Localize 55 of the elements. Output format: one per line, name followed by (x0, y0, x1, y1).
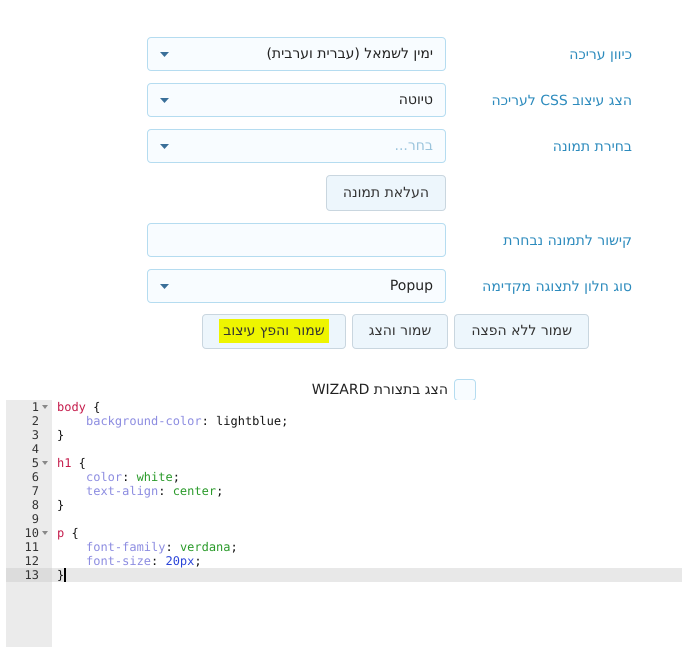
code-line: } (57, 428, 64, 442)
dropdown[interactable]: טיוטה (147, 83, 446, 117)
code-line: h1 { (57, 456, 86, 470)
code-line: text-align: center; (86, 484, 224, 498)
code-line: font-family: verdana; (86, 540, 238, 554)
save-button[interactable]: שמור והצג (352, 314, 448, 349)
line-number: 5 (32, 456, 39, 470)
save-button[interactable]: שמור ללא הפצה (454, 314, 589, 349)
code-line: p { (57, 526, 79, 540)
line-number: 9 (32, 512, 39, 526)
line-number: 7 (32, 484, 39, 498)
field-label: הצג עיצוב CSS לעריכה (491, 93, 632, 109)
line-number: 6 (32, 470, 39, 484)
line-number: 10 (24, 526, 39, 540)
input-field[interactable] (147, 223, 446, 257)
code-editor[interactable]: 1 body { 2 background-color: lightblue; 3 } 4 5 h1 { 6 color: white; 7 text-align: center; 8 } 9 10 p { 11 font-family: verdana; 12 font-size: 20px; 13 } (6, 400, 682, 647)
highlighted-label: שמור והצג (368, 323, 432, 339)
field-label: קישור לתמונה נבחרת (503, 233, 632, 249)
caret-icon (160, 284, 169, 288)
line-number: 1 (32, 400, 39, 414)
line-number: 8 (32, 498, 39, 512)
fold-caret-icon[interactable] (42, 461, 48, 465)
checkbox-label: הצג בתצורת WIZARD (312, 380, 448, 400)
save-button[interactable]: שמור והפץ עיצוב (202, 314, 346, 349)
field-label: כיוון עריכה (569, 47, 632, 63)
dropdown-placeholder: בחר... (394, 136, 433, 156)
highlighted-label: שמור ללא הפצה (471, 323, 572, 339)
code-line: background-color: lightblue; (86, 414, 288, 428)
highlighted-label: שמור והפץ עיצוב (219, 319, 329, 343)
code-line: body { (57, 400, 100, 414)
dropdown-value: Popup (390, 276, 433, 296)
upload-button[interactable]: העלאת תמונה (326, 175, 446, 211)
line-number: 11 (24, 540, 39, 554)
text-cursor (64, 568, 66, 582)
code-line: color: white; (86, 470, 180, 484)
code-line: font-size: 20px; (86, 554, 202, 568)
code-line: } (57, 498, 64, 512)
dropdown[interactable]: Popup (147, 269, 446, 303)
caret-icon (160, 144, 169, 148)
dropdown-value: ימין לשמאל (עברית וערבית) (266, 44, 433, 64)
caret-icon (160, 98, 169, 102)
line-number: 3 (32, 428, 39, 442)
caret-icon (160, 52, 169, 56)
line-number: 12 (24, 554, 39, 568)
line-number: 4 (32, 442, 39, 456)
dropdown-value: טיוטה (398, 90, 433, 110)
fold-caret-icon[interactable] (42, 531, 48, 535)
checkbox[interactable] (454, 379, 476, 401)
dropdown[interactable]: ימין לשמאל (עברית וערבית) (147, 37, 446, 71)
line-number: 2 (32, 414, 39, 428)
code-line: } (57, 568, 64, 582)
field-label: סוג חלון לתצוגה מקדימה (482, 279, 632, 295)
line-number: 13 (24, 568, 39, 582)
field-label: בחירת תמונה (552, 139, 632, 155)
fold-caret-icon[interactable] (42, 405, 48, 409)
